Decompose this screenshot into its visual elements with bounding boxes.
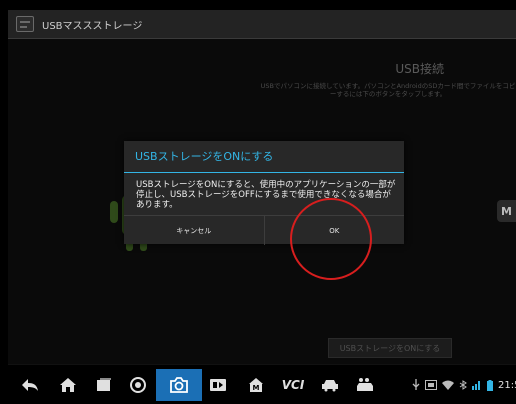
usb-storage-app-icon bbox=[16, 16, 34, 32]
usb-storage-dialog: USBストレージをONにする USBストレージをONにすると、使用中のアプリケー… bbox=[124, 141, 404, 245]
back-icon[interactable] bbox=[18, 373, 42, 397]
navigation-bar: M VCI 21:5 bbox=[8, 364, 516, 404]
dialog-title-divider bbox=[124, 172, 404, 173]
usb-connection-description: USBでパソコンに接続しています。パソコンとAndroidのSDカード間でファイ… bbox=[260, 82, 516, 98]
svg-text:M: M bbox=[253, 384, 260, 392]
dialog-title: USBストレージをONにする bbox=[135, 150, 274, 163]
screen-record-icon[interactable] bbox=[206, 373, 230, 397]
usb-icon bbox=[412, 379, 420, 390]
bluetooth-icon bbox=[459, 380, 467, 390]
car-icon[interactable] bbox=[318, 373, 342, 397]
side-menu-tab[interactable]: M bbox=[497, 200, 516, 222]
usb-storage-on-button[interactable]: USBストレージをONにする bbox=[328, 338, 452, 358]
wifi-icon bbox=[442, 380, 454, 390]
battery-icon bbox=[487, 379, 493, 391]
recent-apps-icon[interactable] bbox=[92, 373, 116, 397]
window-title: USBマススストレージ bbox=[42, 20, 143, 32]
camera-icon[interactable] bbox=[166, 373, 192, 397]
clock: 21:5 bbox=[498, 379, 516, 391]
people-car-icon[interactable] bbox=[352, 373, 378, 397]
signal-icon bbox=[472, 381, 480, 390]
home-icon[interactable] bbox=[56, 373, 80, 397]
status-area: 21:5 bbox=[412, 376, 516, 394]
cancel-button[interactable]: キャンセル bbox=[124, 216, 264, 245]
usb-connection-heading: USB接続 bbox=[395, 62, 444, 76]
screen: USBマススストレージ USB接続 USBでパソコンに接続しています。パソコンと… bbox=[0, 0, 516, 404]
dialog-message: USBストレージをONにすると、使用中のアプリケーションの一部が停止し、USBス… bbox=[136, 180, 396, 210]
ok-button[interactable]: OK bbox=[263, 216, 405, 245]
title-bar: USBマススストレージ bbox=[8, 10, 516, 39]
browser-icon[interactable] bbox=[126, 373, 150, 397]
dialog-button-bar: キャンセル OK bbox=[124, 215, 404, 245]
vci-label: VCI bbox=[281, 378, 305, 392]
shop-icon[interactable]: M bbox=[244, 373, 268, 397]
vci-icon[interactable]: VCI bbox=[276, 373, 310, 397]
screenshot-notification-icon bbox=[425, 380, 437, 390]
